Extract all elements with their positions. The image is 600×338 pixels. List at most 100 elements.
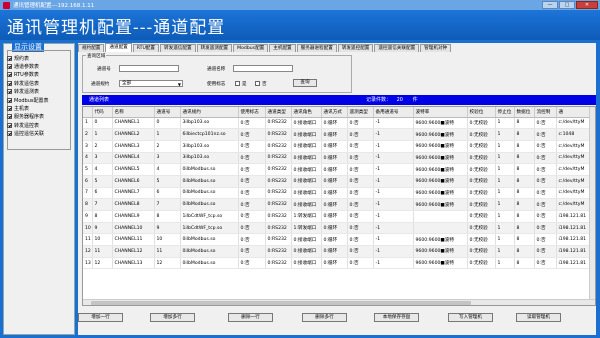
table-cell[interactable]: 1:转发端口 xyxy=(291,222,322,235)
table-cell[interactable]: 9 xyxy=(83,210,93,223)
table-cell[interactable]: 0:循环 xyxy=(321,257,348,270)
table-cell[interactable]: 1 xyxy=(495,117,515,130)
display-setting-item[interactable]: 遥控遥信关联 xyxy=(7,130,49,138)
table-cell[interactable]: CHANNEL13 xyxy=(112,257,155,270)
display-setting-checkbox[interactable] xyxy=(7,80,12,86)
column-header[interactable]: 通讯规约 xyxy=(180,107,239,118)
table-cell[interactable]: 8 xyxy=(514,140,535,153)
table-cell[interactable]: 8 xyxy=(514,187,535,200)
table-cell[interactable]: 3 xyxy=(92,152,113,165)
table-cell[interactable]: 6ilbiectcp101nz.so xyxy=(180,128,239,141)
table-cell[interactable]: 12 xyxy=(83,245,93,258)
table-cell[interactable]: 0:循环 xyxy=(321,222,348,235)
table-cell[interactable]: 0:循环 xyxy=(321,187,348,200)
table-cell[interactable]: 6 xyxy=(83,175,93,188)
column-header[interactable]: 使用标志 xyxy=(238,107,266,118)
table-cell[interactable]: 0:RS232 xyxy=(265,233,292,247)
table-cell[interactable]: -1 xyxy=(373,140,414,153)
table-cell[interactable]: 0:接收端口 xyxy=(291,257,322,270)
tab-item[interactable]: 规约配置 xyxy=(78,44,105,52)
table-cell[interactable]: 0:RS232 xyxy=(265,210,292,223)
table-cell[interactable]: CHANNEL8 xyxy=(112,198,155,211)
column-header[interactable]: 波特率 xyxy=(413,107,468,118)
table-cell[interactable]: 0:无校验 xyxy=(467,233,496,247)
table-row[interactable]: 11 10 CHANNEL11 10 0ilbModbus.so 0:否 0:RS232 0:… xyxy=(83,233,595,247)
table-cell[interactable]: 9600:9600■波特 xyxy=(413,245,468,258)
table-row[interactable]: 6 5 CHANNEL6 5 0ilbModbus.so 0:否 0:RS232 0:接收端口… xyxy=(83,175,595,188)
table-cell[interactable]: 0:RS232 xyxy=(265,117,292,130)
table-cell[interactable]: 0:接收端口 xyxy=(291,187,322,200)
table-cell[interactable]: 0:否 xyxy=(534,233,557,247)
table-cell[interactable]: 9600:9600■波特 xyxy=(413,140,468,153)
table-row[interactable]: 5 4 CHANNEL5 4 0ilbModbus.so 0:否 0:RS232 0:接收端口… xyxy=(83,163,595,176)
table-cell[interactable]: CHANNEL6 xyxy=(112,175,155,188)
table-cell[interactable]: 5 xyxy=(154,175,181,188)
column-header[interactable]: 遥测类型 xyxy=(347,107,374,118)
table-cell[interactable]: 13 xyxy=(83,257,93,270)
table-cell[interactable]: 0:循环 xyxy=(321,152,348,165)
table-cell[interactable]: 0:否 xyxy=(534,257,557,270)
table-cell[interactable]: -1 xyxy=(373,233,414,247)
display-setting-item[interactable]: 转发遥测表 xyxy=(7,88,49,96)
table-cell[interactable]: 0:接收端口 xyxy=(291,140,322,153)
table-cell[interactable]: 1 xyxy=(495,245,515,258)
table-cell[interactable]: 0:否 xyxy=(238,187,266,200)
table-row[interactable]: 1 0 CHANNEL1 0 3ilbp103.so 0:否 0:RS232 0:接收端口 0:… xyxy=(83,117,595,130)
use-flag-no-checkbox[interactable] xyxy=(255,81,260,86)
table-cell[interactable]: 11 xyxy=(154,245,181,258)
tab-item[interactable]: 转发遥测配置 xyxy=(196,44,233,52)
table-cell[interactable]: 3 xyxy=(83,140,93,153)
display-setting-checkbox[interactable] xyxy=(7,131,12,137)
table-cell[interactable]: 0:循环 xyxy=(321,210,348,223)
table-cell[interactable]: -1 xyxy=(373,245,414,258)
table-cell[interactable]: 0:接收端口 xyxy=(291,198,322,211)
table-cell[interactable]: 0:无校验 xyxy=(467,117,496,130)
table-cell[interactable]: 0:否 xyxy=(347,163,374,176)
table-cell[interactable]: CHANNEL11 xyxy=(112,233,155,247)
table-cell[interactable]: 1 xyxy=(495,175,515,188)
table-cell[interactable]: 0ilbModbus.so xyxy=(180,187,239,200)
column-header[interactable]: 备用通道号 xyxy=(373,107,414,118)
close-button[interactable]: ✕ xyxy=(576,1,598,9)
table-cell[interactable]: 0:RS232 xyxy=(265,245,292,258)
table-cell[interactable]: 0:无校验 xyxy=(467,210,496,223)
display-setting-item[interactable]: 转发遥信表 xyxy=(7,79,49,87)
table-cell[interactable]: 0:否 xyxy=(534,128,557,141)
table-cell[interactable]: 0:否 xyxy=(534,163,557,176)
table-cell[interactable]: 1 xyxy=(495,257,515,270)
table-cell[interactable]: 0:否 xyxy=(347,152,374,165)
column-header[interactable]: 通讯角色 xyxy=(291,107,322,118)
table-cell[interactable]: 0:循环 xyxy=(321,117,348,130)
display-setting-item[interactable]: 服务器程序表 xyxy=(7,113,49,121)
table-cell[interactable]: 0:否 xyxy=(347,140,374,153)
table-cell[interactable]: 9600:9600■波特 xyxy=(413,198,468,211)
table-cell[interactable]: 0:接收端口 xyxy=(291,163,322,176)
tab-item[interactable]: Modbus配置 xyxy=(233,44,269,52)
maximize-button[interactable]: □ xyxy=(559,1,575,9)
table-cell[interactable]: 0:RS232 xyxy=(265,222,292,235)
table-cell[interactable]: 0:否 xyxy=(238,117,266,130)
table-cell[interactable]: 0:否 xyxy=(347,187,374,200)
table-cell[interactable]: CHANNEL10 xyxy=(112,222,155,235)
table-cell[interactable]: 0:否 xyxy=(534,187,557,200)
table-cell[interactable]: 5 xyxy=(83,163,93,176)
table-cell[interactable]: 11 xyxy=(92,245,113,258)
table-cell[interactable]: 4 xyxy=(83,152,93,165)
table-cell[interactable]: 9600:9600■波特 xyxy=(413,128,468,141)
display-setting-checkbox[interactable] xyxy=(7,72,12,78)
column-header[interactable]: 流控制 xyxy=(534,107,557,118)
table-cell[interactable]: 3ilbp103.so xyxy=(180,117,239,130)
table-cell[interactable]: 0:无校验 xyxy=(467,245,496,258)
table-cell[interactable]: 0:接收端口 xyxy=(291,245,322,258)
tab-item[interactable]: 转发遥控配置 xyxy=(337,44,374,52)
table-cell[interactable]: 10 xyxy=(92,233,113,247)
table-cell[interactable]: 5 xyxy=(92,175,113,188)
display-setting-checkbox[interactable] xyxy=(7,106,12,112)
table-row[interactable]: 2 1 CHANNEL2 1 6ilbiectcp101nz.so 0:否 0:RS232 0… xyxy=(83,128,595,141)
table-cell[interactable]: -1 xyxy=(373,210,414,223)
table-cell[interactable]: 1 xyxy=(495,152,515,165)
channel-no-input[interactable] xyxy=(119,65,179,72)
table-cell[interactable]: -1 xyxy=(373,198,414,211)
table-cell[interactable]: 10 xyxy=(83,222,93,235)
table-cell[interactable]: 0:接收端口 xyxy=(291,128,322,141)
